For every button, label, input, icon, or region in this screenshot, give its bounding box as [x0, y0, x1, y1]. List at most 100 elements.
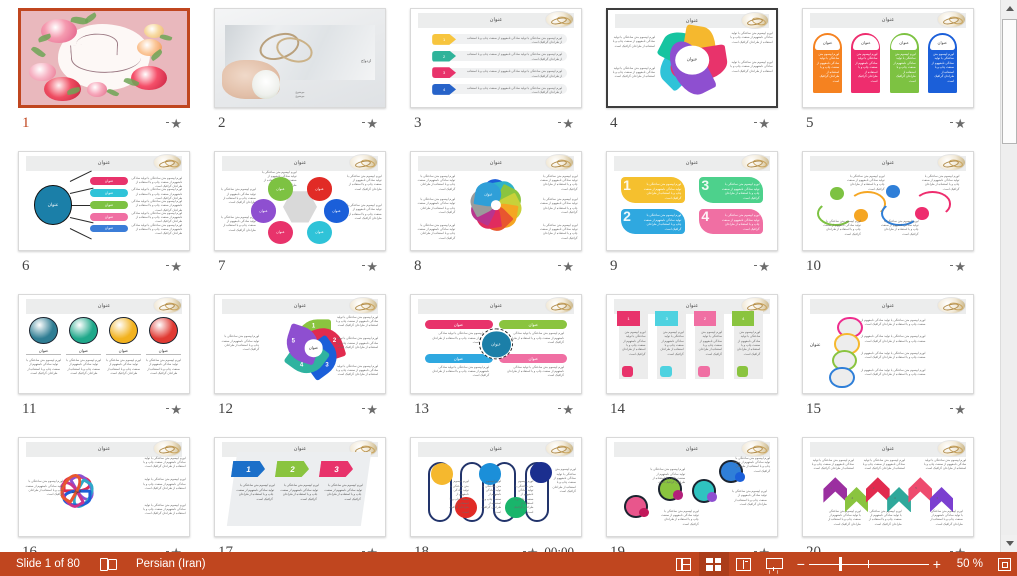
slide-number: 17 [218, 543, 233, 553]
slide-number: 14 [610, 400, 625, 417]
slide-thumbnail[interactable]: عنوان 1 لورم ایپسوم متن ساختگی با تولید سا… [214, 437, 386, 537]
animation-indicator-icon[interactable]: ★ [362, 403, 378, 416]
fit-to-window-button[interactable] [991, 552, 1017, 576]
slide-thumbnail[interactable]: عنوانعنوانلورم ایپسوم متن ساختگی با تولی… [18, 437, 190, 537]
slide-thumbnail-cell[interactable]: عنوان 1 لورم ایپسوم متن ساختگی با تولید سا… [602, 294, 798, 437]
slide-thumbnail-cell[interactable]: 1 ★ [14, 8, 210, 151]
slide-row: عنوان عنوان لورم ایپسوم متن ساختگی با تولی… [14, 437, 1000, 552]
slide-thumbnail-cell[interactable]: عنوان 1 لورم ایپسوم متن ساختگی با تولید سا… [210, 437, 406, 552]
zoom-percent-label[interactable]: 50 % [949, 558, 991, 570]
slide-thumbnail-cell[interactable]: ازدواج موضوع موضوع 2 ★ [210, 8, 406, 151]
slide-thumbnail[interactable]: عنوان لورم ایپسوم متن ساختگی با تولید ساد… [606, 437, 778, 537]
slide-number: 13 [414, 400, 429, 417]
slide-row: عنوان عنوان لورم ایپسوم متن ساختگی با تولی… [14, 294, 1000, 437]
slide-row: عنوان عنوان عنوان لورم ایپسوم متن ساختگی با… [14, 151, 1000, 294]
slide-number: 5 [806, 114, 814, 131]
slide-thumbnail-cell[interactable]: عنوان عنوان عنوان لورم ایپسوم متن ساختگی با… [14, 151, 210, 294]
animation-indicator-icon[interactable]: ★ [558, 260, 574, 273]
slide-thumbnail[interactable]: عنوان لورم ایپسوم متن ساختگی با تولید ساد… [802, 294, 974, 394]
slide-thumbnail-cell[interactable]: عنوانعنوانعنوانعنوانعنوانعنوانعنوانعنوان… [406, 151, 602, 294]
slide-thumbnail[interactable]: عنوان لورم ایپسوم متن ساختگی با تولید ساد… [802, 151, 974, 251]
slide-thumbnail-cell[interactable]: عنوانعنوانعنوانعنوانعنوانعنوانعنوانلورم … [210, 151, 406, 294]
language-label[interactable]: Persian (Iran) [126, 552, 216, 576]
animation-indicator-icon[interactable]: ★ [166, 403, 182, 416]
powerpoint-slide-sorter-window: 1 ★ ازدواج موضوع موضوع 2 ★ عنوان 1 لورم ایپسوم مت… [0, 0, 1017, 576]
slide-thumbnail[interactable]: عنوان 1 2 3 4 5 عنوان لورم ایپسوم متن ساختگی با… [214, 294, 386, 394]
animation-indicator-icon[interactable]: ★ [558, 403, 574, 416]
animation-indicator-icon[interactable]: ★ [166, 117, 182, 130]
slide-timing-label: 00:00 [544, 544, 574, 552]
slide-number: 8 [414, 257, 422, 274]
zoom-out-button[interactable]: − [793, 552, 809, 576]
slide-number: 2 [218, 114, 226, 131]
wedding-rings-icon [740, 12, 770, 29]
slide-number: 6 [22, 257, 30, 274]
slide-thumbnail[interactable] [18, 8, 190, 108]
slide-show-button[interactable] [759, 552, 789, 576]
scrollbar-thumb[interactable] [1002, 19, 1017, 144]
animation-indicator-icon[interactable]: ★ [950, 403, 966, 416]
slide-thumbnail[interactable]: عنوان لورم ایپسوم متن ساختگی با تولید ساد… [410, 437, 582, 537]
normal-view-button[interactable] [669, 552, 699, 576]
vertical-scrollbar[interactable] [1000, 0, 1017, 552]
slide-number: 10 [806, 257, 821, 274]
animation-indicator-icon[interactable]: ★ [754, 260, 770, 273]
slide-number: 12 [218, 400, 233, 417]
slide-thumbnail[interactable]: عنوانعنوانعنوانعنوانعنوانعنوانعنوانلورم … [214, 151, 386, 251]
slide-thumbnail-cell[interactable]: عنوانعنوانلورم ایپسوم متن ساختگی با تولی… [14, 437, 210, 552]
slide-thumbnail-cell[interactable]: عنوان لورم ایپسوم متن ساختگی با تولید ساد… [406, 437, 602, 552]
slide-thumbnail[interactable]: عنوانعنوانلورم ایپسوم متن ساختگی با تولی… [18, 294, 190, 394]
slide-thumbnail-cell[interactable]: عنوانعنوانلورم ایپسوم متن ساختگی با تولی… [798, 8, 994, 151]
slide-thumbnail-cell[interactable]: عنوان 1 لورم ایپسوم متن ساختگی با تولید سا… [602, 151, 798, 294]
zoom-in-button[interactable]: + [929, 552, 945, 576]
animation-indicator-icon[interactable]: ★ [362, 117, 378, 130]
slide-number: 20 [806, 543, 821, 553]
slide-number: 3 [414, 114, 422, 131]
language-proofing-icon[interactable] [90, 552, 126, 576]
status-bar: Slide 1 of 80 Persian (Iran) − + 50 % [0, 552, 1017, 576]
animation-indicator-icon[interactable]: ★ [558, 117, 574, 130]
scrollbar-track[interactable] [1001, 145, 1017, 535]
scroll-down-button[interactable] [1001, 535, 1017, 552]
slide-number: 11 [22, 400, 37, 417]
slide-number: 15 [806, 400, 821, 417]
slide-thumbnail-cell[interactable]: عنوانعنوانعنوانعنوانعنوانعنوانعنوانلورم … [602, 8, 798, 151]
animation-indicator-icon[interactable]: ★ [754, 117, 770, 130]
slide-thumbnail[interactable]: عنوانعنوانلورم ایپسوم متن ساختگی با تولی… [410, 294, 582, 394]
slide-thumbnail-cell[interactable]: عنوان 1 لورم ایپسوم متن ساختگی با تولید سا… [406, 8, 602, 151]
slide-counter[interactable]: Slide 1 of 80 [6, 552, 90, 576]
slide-thumbnail[interactable]: عنوانعنوانعنوانعنوانعنوانعنوانعنوانعنوان… [410, 151, 582, 251]
slide-thumbnail[interactable]: عنوانعنوانعنوانعنوانعنوانعنوانعنوانلورم … [606, 8, 778, 108]
animation-indicator-icon[interactable]: ★ [950, 117, 966, 130]
slide-number: 7 [218, 257, 226, 274]
slide-thumbnail[interactable]: ازدواج موضوع موضوع [214, 8, 386, 108]
slide-thumbnail[interactable]: عنوان 1 لورم ایپسوم متن ساختگی با تولید سا… [410, 8, 582, 108]
slide-thumbnail[interactable]: عنوان 1 لورم ایپسوم متن ساختگی با تولید سا… [606, 151, 778, 251]
scroll-up-button[interactable] [1001, 0, 1017, 17]
slide-number: 18 [414, 543, 429, 553]
slide-thumbnail-cell[interactable]: عنوان لورم ایپسوم متن ساختگی با تولید ساد… [798, 294, 994, 437]
slide-number: 19 [610, 543, 625, 553]
animation-indicator-icon[interactable]: ★ [950, 260, 966, 273]
slide-thumbnail-cell[interactable]: عنوان لورم ایپسوم متن ساختگی با تولید ساد… [798, 151, 994, 294]
zoom-slider-handle[interactable] [838, 557, 843, 571]
zoom-slider[interactable] [808, 552, 929, 576]
slide-thumbnail[interactable]: عنوان عنوان عنوان لورم ایپسوم متن ساختگی با… [18, 151, 190, 251]
slide-thumbnail[interactable]: عنوانعنوانلورم ایپسوم متن ساختگی با تولی… [802, 8, 974, 108]
slide-thumbnail-cell[interactable]: عنوان 1 2 3 4 5 6 لورم ایپسوم متن ساختگی با تول… [798, 437, 994, 552]
slide-sorter-view-button[interactable] [698, 552, 729, 576]
slide-row: 1 ★ ازدواج موضوع موضوع 2 ★ عنوان 1 لورم ایپسوم مت… [14, 8, 1000, 151]
slide-thumbnail-cell[interactable]: عنوان لورم ایپسوم متن ساختگی با تولید ساد… [602, 437, 798, 552]
slide-sorter-canvas[interactable]: 1 ★ ازدواج موضوع موضوع 2 ★ عنوان 1 لورم ایپسوم مت… [0, 0, 1000, 552]
slide-thumbnail[interactable]: عنوان 1 لورم ایپسوم متن ساختگی با تولید سا… [606, 294, 778, 394]
slide-number: 16 [22, 543, 37, 553]
slide-thumbnail-cell[interactable]: عنوان 1 2 3 4 5 عنوان لورم ایپسوم متن ساختگی با… [210, 294, 406, 437]
slide-grid: 1 ★ ازدواج موضوع موضوع 2 ★ عنوان 1 لورم ایپسوم مت… [0, 0, 1000, 552]
animation-indicator-icon[interactable]: ★ [166, 260, 182, 273]
animation-indicator-icon[interactable]: ★ [362, 260, 378, 273]
slide-thumbnail-cell[interactable]: عنوانعنوانلورم ایپسوم متن ساختگی با تولی… [406, 294, 602, 437]
reading-view-button[interactable] [729, 552, 759, 576]
slide-number: 4 [610, 114, 618, 131]
slide-thumbnail[interactable]: عنوان 1 2 3 4 5 6 لورم ایپسوم متن ساختگی با تول… [802, 437, 974, 537]
slide-thumbnail-cell[interactable]: عنوانعنوانلورم ایپسوم متن ساختگی با تولی… [14, 294, 210, 437]
